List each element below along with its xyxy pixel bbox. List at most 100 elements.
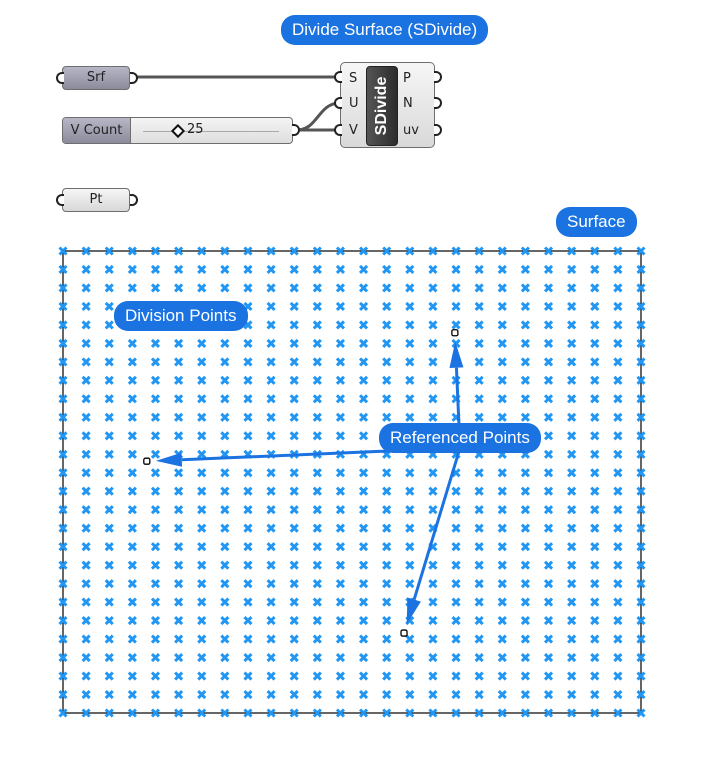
division-point	[335, 283, 346, 293]
division-point	[613, 634, 623, 644]
output-n[interactable]: N	[403, 96, 413, 111]
grip-u[interactable]	[334, 97, 342, 109]
division-point	[266, 616, 276, 626]
division-point	[451, 634, 461, 644]
division-point	[613, 301, 623, 312]
division-point	[382, 689, 392, 700]
referenced-point[interactable]	[451, 329, 459, 337]
division-point	[405, 394, 415, 404]
srf-param[interactable]: Srf	[62, 66, 130, 90]
referenced-point[interactable]	[400, 629, 408, 637]
division-point	[358, 523, 369, 533]
division-point	[312, 689, 322, 700]
division-point	[358, 338, 369, 348]
division-point	[358, 616, 369, 626]
division-point	[567, 652, 577, 663]
division-point	[81, 283, 91, 293]
division-point	[428, 412, 438, 422]
division-point	[289, 486, 299, 496]
referenced-point[interactable]	[143, 457, 151, 465]
division-point	[174, 338, 184, 348]
division-point	[220, 505, 230, 515]
division-point	[220, 560, 230, 570]
division-point	[289, 264, 299, 275]
division-point	[243, 431, 253, 441]
division-point	[567, 338, 577, 348]
division-point	[220, 689, 230, 700]
division-point	[543, 616, 554, 626]
v-count-slider[interactable]: V Count 25	[62, 117, 293, 144]
division-point	[127, 652, 137, 663]
division-point	[405, 542, 415, 552]
division-point	[150, 486, 161, 496]
division-point	[474, 468, 484, 478]
division-point	[567, 579, 577, 589]
division-point	[567, 616, 577, 626]
division-point	[289, 283, 299, 293]
division-point	[81, 579, 91, 589]
division-point	[266, 597, 276, 607]
division-point	[104, 634, 114, 644]
division-point	[382, 412, 392, 422]
pt-input-grip[interactable]	[56, 194, 64, 206]
division-point	[174, 542, 184, 552]
division-point	[81, 542, 91, 552]
division-point	[497, 283, 507, 293]
division-point	[197, 634, 207, 644]
division-point	[358, 671, 369, 681]
division-point	[382, 523, 392, 533]
division-point	[150, 652, 161, 663]
division-point	[220, 542, 230, 552]
division-point	[405, 283, 415, 293]
division-point	[174, 468, 184, 478]
division-point	[335, 689, 346, 700]
surface-annotation: Surface	[556, 207, 637, 237]
division-point	[174, 505, 184, 515]
arrow-line	[412, 447, 462, 601]
division-point	[567, 412, 577, 422]
grip-s[interactable]	[334, 71, 342, 83]
division-point	[312, 579, 322, 589]
division-point	[428, 468, 438, 478]
output-p[interactable]: P	[403, 71, 411, 86]
division-point	[382, 616, 392, 626]
input-v[interactable]: V	[349, 123, 358, 138]
division-point	[382, 468, 392, 478]
division-point	[428, 486, 438, 496]
sdivide-component[interactable]: S U V SDivide P N uv	[340, 62, 435, 148]
division-point	[358, 652, 369, 663]
division-point	[312, 264, 322, 275]
division-point	[613, 671, 623, 681]
slider-track[interactable]	[143, 126, 279, 132]
division-point	[289, 616, 299, 626]
division-point	[104, 560, 114, 570]
srf-input-grip[interactable]	[56, 72, 64, 84]
division-point	[520, 412, 530, 422]
division-point	[567, 431, 577, 441]
division-point	[520, 301, 530, 312]
division-point	[81, 486, 91, 496]
division-point	[81, 689, 91, 700]
division-point	[520, 616, 530, 626]
division-point	[405, 375, 415, 385]
division-point	[243, 375, 253, 385]
division-point	[104, 505, 114, 515]
division-point	[543, 542, 554, 552]
input-s[interactable]: S	[349, 71, 357, 86]
division-point	[497, 671, 507, 681]
division-point	[127, 283, 137, 293]
division-point	[220, 579, 230, 589]
division-point	[335, 301, 346, 312]
division-point	[613, 468, 623, 478]
input-u[interactable]: U	[349, 96, 359, 111]
division-point	[590, 597, 600, 607]
division-point	[405, 338, 415, 348]
division-point	[266, 301, 276, 312]
division-point	[220, 338, 230, 348]
pt-param[interactable]: Pt	[62, 188, 130, 212]
grip-v[interactable]	[334, 124, 342, 136]
output-uv[interactable]: uv	[403, 123, 419, 138]
division-point	[428, 338, 438, 348]
division-point	[335, 505, 346, 515]
division-point	[358, 560, 369, 570]
